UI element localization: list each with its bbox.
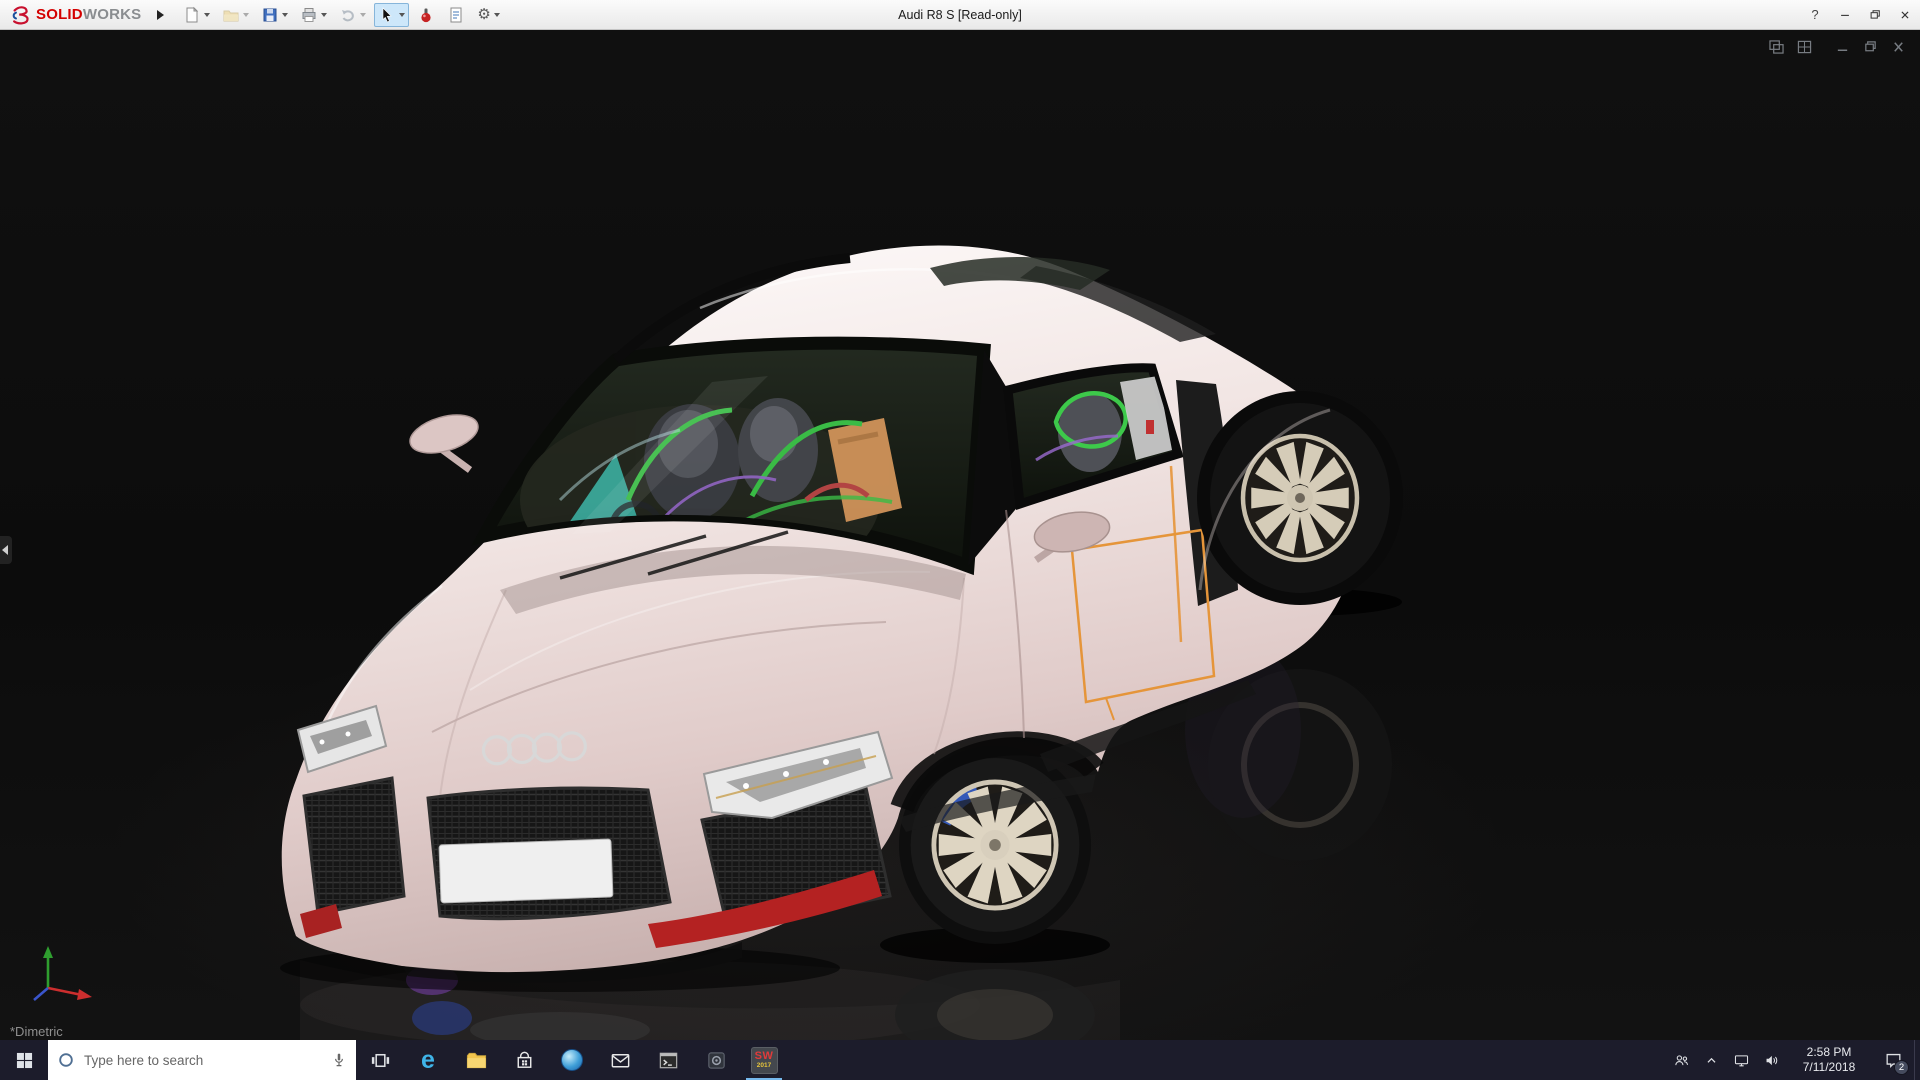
doc-close-button[interactable] [1888,38,1908,56]
titlebar: SOLIDWORKS ⚙ Audi R8 S [Read-only] ? [0,0,1920,30]
pinned-dark-app-button[interactable] [692,1040,740,1080]
clock[interactable]: 2:58 PM 7/11/2018 [1786,1040,1872,1080]
document-window-controls [1766,38,1908,56]
window-controls: ? [1800,0,1920,29]
options-button[interactable]: ⚙ [473,3,503,27]
dropdown-caret-icon[interactable] [204,12,211,17]
solidworks-app-button[interactable]: SW 2017 [740,1040,788,1080]
notification-badge: 2 [1894,1060,1909,1075]
rebuild-button[interactable] [413,3,439,27]
search-input[interactable] [84,1052,322,1068]
file-properties-button[interactable] [443,3,469,27]
document-title: Audi R8 S [Read-only] [898,8,1022,22]
round-app-icon [561,1049,583,1071]
toolbar-expander-button[interactable] [151,4,169,26]
new-document-icon [186,6,199,22]
folder-icon [466,1052,486,1068]
open-folder-icon [223,10,239,21]
minimize-button[interactable] [1830,0,1860,29]
taskbar: e [0,1040,1920,1080]
store-button[interactable] [500,1040,548,1080]
expand-arrow-icon [156,9,164,20]
browser-app-button[interactable] [548,1040,596,1080]
solidworks-logo: SOLIDWORKS [0,4,147,26]
people-icon [1674,1054,1688,1065]
console-icon [659,1052,677,1068]
dropdown-caret-icon[interactable] [282,12,289,17]
volume-button[interactable] [1756,1040,1786,1080]
logo-text-works: WORKS [82,5,142,23]
undo-button[interactable] [335,3,370,27]
license-plate [438,838,614,904]
task-view-icon [371,1053,389,1067]
dropdown-caret-icon[interactable] [321,12,328,17]
store-icon [517,1051,531,1068]
cortana-icon [59,1053,73,1067]
doc-restore-button[interactable] [1860,38,1880,56]
print-icon [302,7,316,22]
model-3d-render[interactable] [0,30,1920,1040]
open-document-button[interactable] [218,3,253,27]
console-app-button[interactable] [644,1040,692,1080]
edge-button[interactable]: e [404,1040,452,1080]
rebuild-icon [421,8,431,22]
restore-button[interactable] [1860,0,1890,29]
dropdown-caret-icon[interactable] [493,12,500,17]
new-document-button[interactable] [179,3,214,27]
speaker-icon [1766,1055,1777,1065]
start-button[interactable] [0,1040,48,1080]
solidworks-app-icon: SW 2017 [750,1046,778,1074]
left-mirror[interactable] [406,408,483,473]
clock-date: 7/11/2018 [1802,1060,1856,1074]
mail-button[interactable] [596,1040,644,1080]
screen: SOLIDWORKS ⚙ Audi R8 S [Read-only] ? *Di… [0,0,1920,1080]
gear-icon: ⚙ [477,5,491,23]
3ds-logo-icon [12,5,29,24]
chevron-up-icon [1707,1057,1715,1063]
logo-text-solid: SOLID [36,5,83,23]
select-cursor-icon [383,6,393,22]
collapse-arrow-icon [2,545,8,555]
restore-icon [1870,9,1880,19]
file-properties-icon [450,7,462,22]
view-orientation-label: *Dimetric [10,1024,63,1039]
action-center-button[interactable]: 2 [1872,1040,1914,1080]
graphics-viewport[interactable]: *Dimetric [0,30,1920,1040]
save-button[interactable] [257,3,292,27]
edge-icon: e [421,1045,435,1074]
panel-collapse-tab[interactable] [0,536,12,564]
dropdown-caret-icon[interactable] [360,12,367,17]
print-button[interactable] [296,3,331,27]
network-icon [1734,1054,1748,1066]
people-button[interactable] [1666,1040,1696,1080]
help-button[interactable]: ? [1800,0,1830,29]
hidden-icons-button[interactable] [1696,1040,1726,1080]
network-button[interactable] [1726,1040,1756,1080]
viewport-split-button[interactable] [1794,38,1814,56]
show-desktop-button[interactable] [1914,1040,1920,1080]
viewport-layout-button[interactable] [1766,38,1786,56]
close-icon [1901,10,1909,19]
doc-minimize-button[interactable] [1832,38,1852,56]
dropdown-caret-icon[interactable] [399,12,406,17]
microphone-icon[interactable] [330,1051,348,1069]
clock-time: 2:58 PM [1806,1045,1852,1059]
orientation-triad [33,946,92,1001]
left-air-intake[interactable] [302,776,406,916]
windows-logo-icon [16,1052,32,1068]
mail-icon [611,1053,629,1067]
quick-access-toolbar: ⚙ [179,2,503,27]
close-button[interactable] [1890,0,1920,29]
undo-icon [342,9,355,21]
minimize-icon [1841,14,1849,16]
select-tool-button[interactable] [374,2,410,27]
search-box[interactable] [48,1040,356,1080]
save-icon [263,8,277,21]
file-explorer-button[interactable] [452,1040,500,1080]
task-view-button[interactable] [356,1040,404,1080]
taskbar-spacer [788,1040,1666,1080]
dark-app-icon [707,1051,725,1069]
dropdown-caret-icon[interactable] [243,12,250,17]
